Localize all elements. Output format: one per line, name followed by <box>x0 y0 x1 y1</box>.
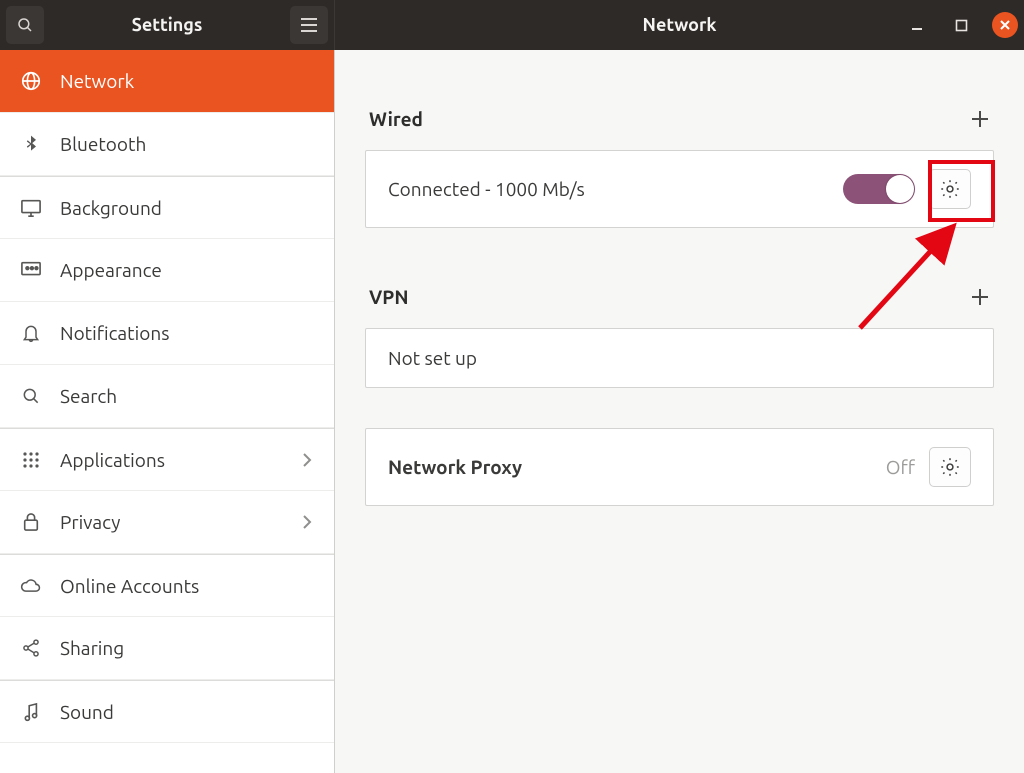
share-icon <box>20 638 42 658</box>
toggle-knob <box>886 175 914 203</box>
close-button[interactable] <box>992 12 1018 38</box>
maximize-icon <box>955 19 968 32</box>
section-header-wired: Wired <box>365 88 994 150</box>
vpn-row: Not set up <box>365 328 994 388</box>
sidebar-item-applications[interactable]: Applications <box>0 428 334 491</box>
add-wired-button[interactable] <box>970 109 990 129</box>
lock-icon <box>20 511 42 533</box>
minimize-button[interactable] <box>904 12 930 38</box>
chevron-right-icon <box>302 452 312 468</box>
sidebar-item-privacy[interactable]: Privacy <box>0 491 334 554</box>
menu-button[interactable] <box>290 6 328 44</box>
chevron-right-icon <box>302 514 312 530</box>
wired-toggle[interactable] <box>843 174 915 204</box>
sidebar-item-label: Background <box>60 197 162 219</box>
hamburger-icon <box>300 18 318 32</box>
sidebar-item-sharing[interactable]: Sharing <box>0 617 334 680</box>
section-header-vpn: VPN <box>365 266 994 328</box>
vpn-status: Not set up <box>388 347 477 369</box>
cloud-icon <box>20 577 42 595</box>
music-icon <box>20 701 42 723</box>
wired-status: Connected - 1000 Mb/s <box>388 178 585 200</box>
search-icon <box>16 16 34 34</box>
bell-icon <box>20 322 42 344</box>
search-icon <box>20 386 42 406</box>
sidebar-item-label: Sharing <box>60 637 124 659</box>
sidebar-item-label: Notifications <box>60 322 169 344</box>
sidebar: Network Bluetooth Background Appearance <box>0 50 335 773</box>
sidebar-item-search[interactable]: Search <box>0 365 334 428</box>
add-vpn-button[interactable] <box>970 287 990 307</box>
background-icon <box>20 198 42 218</box>
sidebar-item-label: Sound <box>60 701 114 723</box>
sidebar-item-notifications[interactable]: Notifications <box>0 302 334 365</box>
sidebar-item-online-accounts[interactable]: Online Accounts <box>0 554 334 617</box>
sidebar-item-background[interactable]: Background <box>0 176 334 239</box>
sidebar-item-label: Network <box>60 70 134 92</box>
proxy-title: Network Proxy <box>388 456 522 478</box>
proxy-settings-button[interactable] <box>929 447 971 487</box>
plus-icon <box>970 109 990 129</box>
sidebar-item-bluetooth[interactable]: Bluetooth <box>0 113 334 176</box>
wired-connection-row: Connected - 1000 Mb/s <box>365 150 994 228</box>
gear-icon <box>939 456 961 478</box>
network-proxy-row[interactable]: Network Proxy Off <box>365 428 994 506</box>
header-title-page: Network <box>643 15 717 35</box>
wired-settings-button[interactable] <box>929 169 971 209</box>
header-bar: Settings Network <box>0 0 1024 50</box>
sidebar-item-label: Online Accounts <box>60 575 199 597</box>
globe-icon <box>20 70 42 92</box>
sidebar-item-appearance[interactable]: Appearance <box>0 239 334 302</box>
sidebar-item-label: Applications <box>60 449 165 471</box>
bluetooth-icon <box>20 134 42 154</box>
apps-icon <box>20 451 42 469</box>
sidebar-item-label: Search <box>60 385 117 407</box>
section-title: VPN <box>369 286 409 308</box>
sidebar-item-label: Privacy <box>60 511 120 533</box>
sidebar-item-label: Appearance <box>60 259 162 281</box>
header-title-settings: Settings <box>50 15 284 35</box>
main-panel: Wired Connected - 1000 Mb/s VP <box>335 50 1024 773</box>
plus-icon <box>970 287 990 307</box>
appearance-icon <box>20 260 42 280</box>
minimize-icon <box>910 18 924 32</box>
sidebar-item-sound[interactable]: Sound <box>0 680 334 743</box>
maximize-button[interactable] <box>948 12 974 38</box>
proxy-status: Off <box>886 456 915 478</box>
search-button[interactable] <box>6 6 44 44</box>
window-controls <box>904 12 1018 38</box>
header-left: Settings <box>0 0 335 50</box>
section-title: Wired <box>369 108 423 130</box>
sidebar-item-label: Bluetooth <box>60 133 146 155</box>
gear-icon <box>939 178 961 200</box>
close-icon <box>999 19 1011 31</box>
header-right: Network <box>335 0 1024 50</box>
sidebar-item-network[interactable]: Network <box>0 50 334 113</box>
